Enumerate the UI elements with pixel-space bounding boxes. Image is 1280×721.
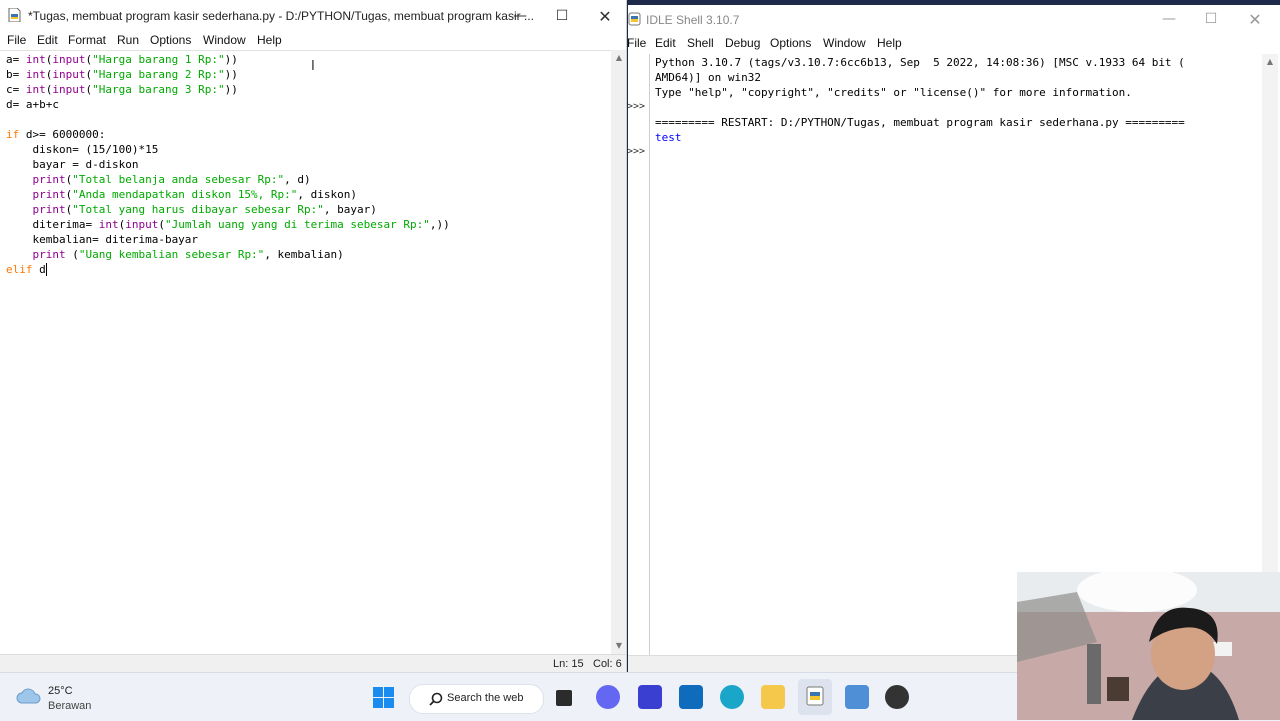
python-file-icon: [8, 8, 21, 22]
cloud-weather-icon: [16, 688, 41, 704]
menu-run[interactable]: Run: [117, 33, 139, 47]
menu-options[interactable]: Options: [150, 33, 191, 47]
editor-menubar: File Edit Format Run Options Window Help: [0, 32, 626, 50]
shell-title: IDLE Shell 3.10.7: [646, 13, 740, 27]
webcam-overlay: [1017, 572, 1280, 720]
shell-scroll-up-arrow[interactable]: ▲: [1262, 56, 1278, 68]
shell-output[interactable]: Python 3.10.7 (tags/v3.10.7:6cc6b13, Sep…: [655, 55, 1185, 145]
mail-icon[interactable]: [679, 685, 703, 709]
caret: [45, 263, 47, 276]
shell-menu-file[interactable]: File: [628, 36, 646, 50]
text-cursor-ibeam: I: [311, 59, 315, 74]
weather-desc[interactable]: Berawan: [48, 700, 91, 712]
python-idle-taskbar-item[interactable]: [798, 679, 832, 715]
shell-scrollbar[interactable]: ▲: [1262, 54, 1278, 656]
status-line: Ln: 15: [553, 658, 584, 670]
task-view-icon[interactable]: [556, 690, 572, 706]
search-icon: [429, 692, 443, 706]
start-windows-icon[interactable]: [373, 687, 394, 708]
shell-prompt-2: >>>: [628, 146, 646, 157]
shell-menu-window[interactable]: Window: [823, 36, 866, 50]
scroll-up-arrow[interactable]: ▲: [611, 52, 626, 64]
desktop: { "editor": { "title": "*Tugas, membuat …: [0, 0, 1280, 721]
menu-edit[interactable]: Edit: [37, 33, 58, 47]
file-explorer-icon[interactable]: [761, 685, 785, 709]
menu-help[interactable]: Help: [257, 33, 282, 47]
status-col: Col: 6: [593, 658, 622, 670]
obs-recording-icon[interactable]: [885, 685, 909, 709]
editor-scrollbar[interactable]: ▲ ▼: [611, 50, 626, 654]
edge-browser-icon[interactable]: [720, 685, 744, 709]
editor-text-area[interactable]: a= int(input("Harga barang 1 Rp:")) b= i…: [0, 50, 611, 655]
editor-titlebar[interactable]: *Tugas, membuat program kasir sederhana.…: [0, 0, 626, 32]
editor-title: *Tugas, membuat program kasir sederhana.…: [28, 9, 534, 23]
python-icon: [806, 686, 824, 706]
chat-icon[interactable]: [596, 685, 620, 709]
maximize-button[interactable]: ☐: [539, 0, 585, 32]
shell-menubar: File Edit Shell Debug Options Window Hel…: [628, 33, 1280, 51]
python-shell-icon: [628, 12, 641, 26]
shell-menu-help[interactable]: Help: [877, 36, 902, 50]
editor-statusbar: Ln: 15 Col: 6: [0, 654, 626, 672]
weather-temp[interactable]: 25°C: [48, 685, 73, 697]
menu-window[interactable]: Window: [203, 33, 246, 47]
notepad-icon[interactable]: [845, 685, 869, 709]
shell-menu-edit[interactable]: Edit: [655, 36, 676, 50]
shell-minimize-button[interactable]: —: [1146, 5, 1192, 33]
menu-format[interactable]: Format: [68, 33, 106, 47]
shell-prompt-gutter: >>> >>>: [628, 54, 650, 656]
shell-close-button[interactable]: ✕: [1232, 5, 1278, 33]
shell-menu-shell[interactable]: Shell: [687, 36, 714, 50]
shell-prompt-1: >>>: [628, 101, 646, 112]
math-app-icon[interactable]: [638, 685, 662, 709]
minimize-button[interactable]: —: [497, 0, 543, 32]
search-box[interactable]: Search the web: [409, 684, 544, 714]
close-button[interactable]: ✕: [582, 0, 626, 32]
shell-menu-debug[interactable]: Debug: [725, 36, 760, 50]
shell-menu-options[interactable]: Options: [770, 36, 811, 50]
editor-window: *Tugas, membuat program kasir sederhana.…: [0, 0, 627, 672]
webcam-video-image: [1017, 572, 1280, 720]
shell-maximize-button[interactable]: ☐: [1188, 5, 1234, 33]
scroll-down-arrow[interactable]: ▼: [611, 640, 626, 652]
menu-file[interactable]: File: [7, 33, 26, 47]
editor-code[interactable]: a= int(input("Harga barang 1 Rp:")) b= i…: [6, 52, 450, 277]
search-label: Search the web: [447, 692, 524, 704]
shell-titlebar[interactable]: IDLE Shell 3.10.7 — ☐ ✕: [628, 5, 1280, 33]
shell-text-area[interactable]: Python 3.10.7 (tags/v3.10.7:6cc6b13, Sep…: [650, 54, 1262, 656]
